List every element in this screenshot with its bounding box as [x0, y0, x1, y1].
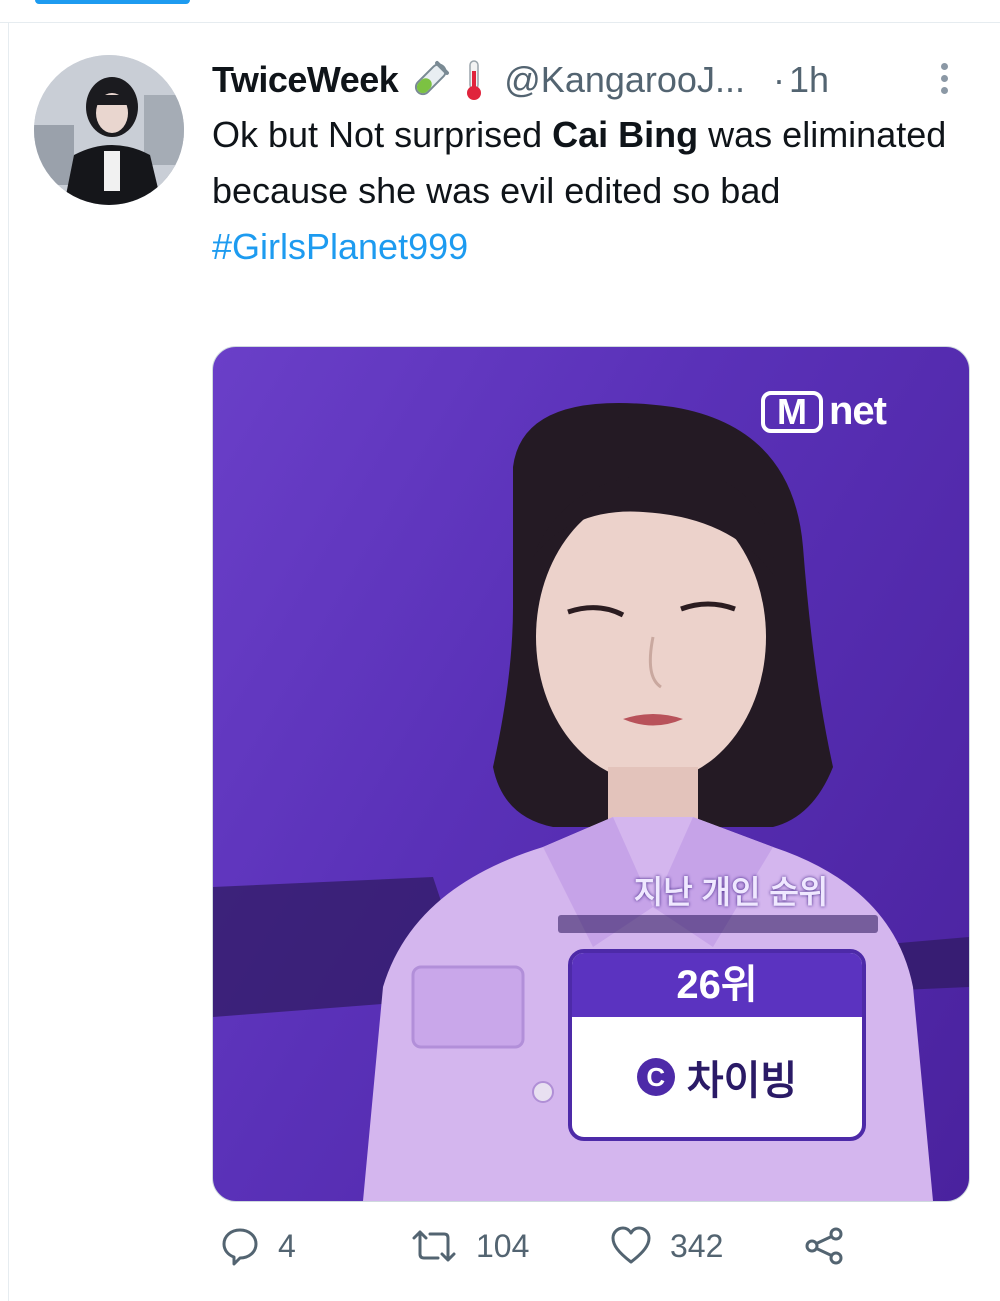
display-name[interactable]: TwiceWeek — [212, 59, 399, 101]
divider — [8, 22, 9, 1301]
reply-count: 4 — [278, 1227, 296, 1264]
share-icon — [805, 1227, 843, 1265]
tweet-actions: 4 104 342 — [212, 1226, 972, 1286]
tweet-body: TwiceWeek @KangarooJ... · 1h Ok but Not … — [212, 55, 972, 275]
tweet-text-part-1: Ok but Not surprised — [212, 114, 553, 155]
like-count: 342 — [670, 1227, 724, 1264]
avatar-image — [34, 55, 184, 205]
rank-caption: 지난 개인 순위 — [633, 874, 829, 910]
reply-button[interactable]: 4 — [220, 1226, 296, 1266]
separator-dot: · — [772, 59, 785, 100]
test-tube-icon — [408, 60, 452, 100]
hashtag-link[interactable]: #GirlsPlanet999 — [212, 219, 972, 275]
tweet-text: Ok but Not surprised Cai Bing was elimin… — [212, 107, 972, 219]
contestant-name-row: C 차이빙 — [572, 1017, 862, 1137]
timestamp[interactable]: 1h — [789, 59, 829, 101]
tweet-header: TwiceWeek @KangarooJ... · 1h — [212, 55, 972, 105]
contestant-name: 차이빙 — [686, 1059, 798, 1103]
rank-number: 26위 — [572, 953, 862, 1017]
mnet-logo: M net — [761, 389, 887, 434]
retweet-count: 104 — [476, 1227, 530, 1264]
thermometer-icon — [462, 59, 486, 101]
mnet-logo-text: net — [829, 389, 887, 433]
mnet-logo-m: M — [761, 390, 823, 433]
user-handle[interactable]: @KangarooJ... — [504, 59, 745, 101]
tweet-media-image[interactable]: M net 지난 개인 순위 26위 C 차이빙 — [212, 346, 970, 1202]
tweet-text-bold: Cai Bing — [552, 114, 699, 155]
like-button[interactable]: 342 — [610, 1226, 723, 1266]
top-bar — [0, 0, 1000, 23]
share-button[interactable] — [802, 1226, 846, 1266]
active-tab-indicator — [35, 0, 190, 4]
group-badge: C — [636, 1058, 675, 1096]
more-options-icon[interactable] — [937, 63, 951, 103]
retweet-icon — [412, 1230, 456, 1262]
avatar[interactable] — [34, 55, 184, 205]
rank-subcaption-bar — [558, 915, 878, 933]
reply-icon — [222, 1228, 258, 1266]
heart-icon — [611, 1226, 651, 1264]
retweet-button[interactable]: 104 — [410, 1226, 529, 1266]
rank-card: 26위 C 차이빙 — [568, 949, 866, 1141]
